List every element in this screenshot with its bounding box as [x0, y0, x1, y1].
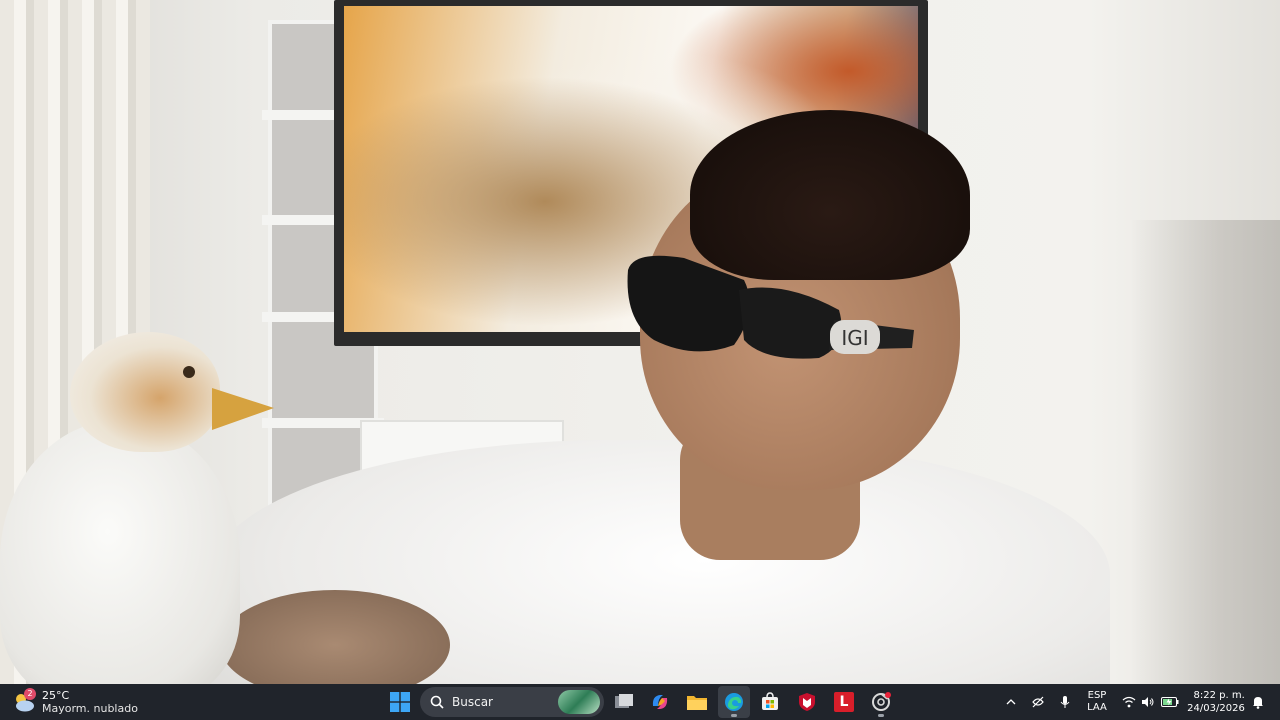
letter-l-icon: L	[834, 692, 854, 712]
svg-text:IGI: IGI	[841, 326, 868, 350]
edge-button[interactable]	[718, 686, 750, 718]
l-app-label: L	[839, 694, 849, 710]
microphone-button[interactable]	[1056, 684, 1074, 720]
location-off-button[interactable]	[1028, 684, 1048, 720]
battery-button[interactable]	[1159, 684, 1181, 720]
copilot-button[interactable]	[644, 686, 676, 718]
l-app-button[interactable]: L	[828, 686, 860, 718]
weather-widget[interactable]: 2 25°C Mayorm. nublado	[12, 684, 142, 720]
store-icon	[762, 692, 778, 710]
task-view-icon	[615, 694, 633, 708]
volume-button[interactable]	[1139, 684, 1157, 720]
search-highlight-image	[558, 690, 600, 714]
webcam-view: IGI	[0, 0, 1280, 684]
folder-icon	[687, 696, 707, 710]
keyboard-layout: LAA	[1087, 702, 1107, 713]
mcafee-shield-icon	[799, 693, 815, 711]
wall-shadow	[1130, 220, 1280, 684]
copilot-icon	[652, 695, 668, 709]
hen-head	[70, 332, 220, 452]
wifi-button[interactable]	[1120, 684, 1138, 720]
weather-condition: Mayorm. nublado	[42, 702, 138, 715]
location-off-icon	[1032, 696, 1044, 708]
weather-text: 25°C Mayorm. nublado	[42, 689, 138, 715]
sunglasses: IGI	[627, 255, 914, 359]
microphone-icon	[1060, 696, 1070, 708]
notifications-button[interactable]	[1250, 684, 1266, 720]
task-view-button[interactable]	[608, 686, 640, 718]
hen-eye	[183, 366, 195, 378]
battery-charging-icon	[1161, 697, 1179, 707]
weather-badge: 2	[24, 688, 36, 700]
mcafee-button[interactable]	[791, 686, 823, 718]
store-button[interactable]	[754, 686, 786, 718]
weather-temperature: 25°C	[42, 689, 70, 702]
bell-icon	[1253, 696, 1263, 709]
start-button[interactable]	[384, 686, 416, 718]
search-box[interactable]: Buscar	[420, 687, 604, 717]
clock-date: 24/03/2026	[1187, 703, 1245, 714]
clock[interactable]: 8:22 p. m. 24/03/2026	[1186, 684, 1246, 720]
active-indicator	[731, 714, 737, 717]
hen-beak	[212, 388, 274, 430]
running-indicator	[878, 714, 884, 717]
wifi-icon	[1122, 696, 1136, 708]
chrome-icon	[872, 692, 891, 711]
search-icon	[430, 695, 444, 709]
hen-body	[0, 420, 240, 684]
windows-logo-icon	[390, 692, 410, 712]
file-explorer-button[interactable]	[681, 686, 713, 718]
edge-icon	[725, 693, 743, 711]
partly-cloudy-icon: 2	[12, 688, 36, 714]
chevron-up-icon	[1006, 699, 1016, 705]
language-code: ESP	[1087, 690, 1107, 701]
show-hidden-icons-button[interactable]	[1002, 684, 1020, 720]
language-indicator[interactable]: ESP LAA	[1082, 684, 1112, 720]
clock-time: 8:22 p. m.	[1193, 690, 1245, 701]
taskbar: 2 25°C Mayorm. nublado Buscar L ESP LAA …	[0, 684, 1280, 720]
chrome-button[interactable]	[865, 686, 897, 718]
speaker-icon	[1142, 697, 1154, 707]
search-placeholder: Buscar	[452, 695, 493, 709]
